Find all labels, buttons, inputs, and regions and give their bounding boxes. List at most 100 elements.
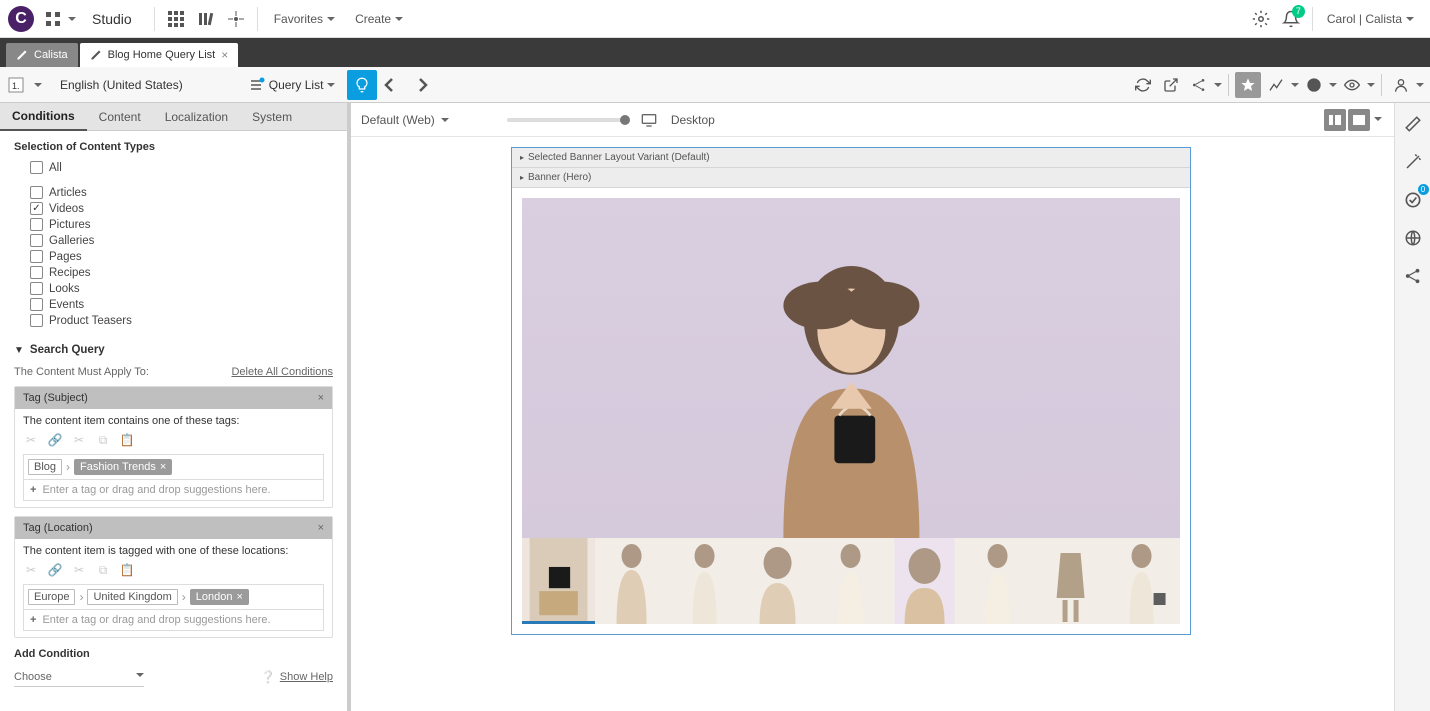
eye-caret[interactable] (1367, 83, 1375, 91)
query-list-dropdown[interactable]: Query List (243, 77, 342, 93)
tag-location-field[interactable]: Europe › United Kingdom › London× (23, 584, 324, 610)
target-icon[interactable] (221, 4, 251, 34)
checkbox-galleries[interactable] (30, 234, 43, 247)
analytics-icon[interactable] (1263, 72, 1289, 98)
checkbox-pages[interactable] (30, 250, 43, 263)
thumbnail-5[interactable] (814, 538, 887, 624)
checkbox-videos[interactable] (30, 202, 43, 215)
device-preset-select[interactable]: Default (Web) (361, 113, 449, 127)
link-icon[interactable]: 🔗 (47, 563, 63, 578)
search-query-header[interactable]: ▼ Search Query (14, 340, 333, 360)
cut-icon[interactable]: ✂ (23, 433, 39, 448)
checkbox-product-teasers[interactable] (30, 314, 43, 327)
tab-conditions[interactable]: Conditions (0, 103, 87, 131)
checkbox-pictures[interactable] (30, 218, 43, 231)
persona-caret[interactable] (1416, 83, 1424, 91)
thumbnail-1[interactable] (522, 538, 595, 624)
share-nodes-icon[interactable] (1186, 72, 1212, 98)
layout-caret[interactable] (1374, 117, 1382, 133)
link-icon[interactable]: 🔗 (47, 433, 63, 448)
plus-icon: + (30, 614, 36, 626)
tag-location-input[interactable]: + Enter a tag or drag and drop suggestio… (23, 610, 324, 631)
apps-caret-icon[interactable] (68, 17, 76, 25)
scissors-icon[interactable]: ✂ (71, 563, 87, 578)
apps-grid-icon[interactable] (38, 4, 68, 34)
user-menu[interactable]: Carol | Calista (1319, 12, 1422, 26)
rail-wand-icon[interactable] (1400, 149, 1426, 175)
checkbox-all[interactable] (30, 161, 43, 174)
checkbox-recipes[interactable] (30, 266, 43, 279)
tag-path-blog[interactable]: Blog (28, 459, 62, 475)
time-caret[interactable] (1329, 83, 1337, 91)
zoom-slider[interactable] (507, 118, 627, 122)
copy-icon[interactable]: ⧉ (95, 433, 111, 448)
thumbnail-6[interactable] (888, 538, 961, 624)
remove-tag-icon[interactable]: × (236, 591, 242, 603)
favorites-menu[interactable]: Favorites (264, 12, 345, 26)
tab-close-icon[interactable]: × (221, 48, 228, 62)
bookmark-star-icon[interactable] (1235, 72, 1261, 98)
notifications-bell-icon[interactable]: 7 (1276, 4, 1306, 34)
panel-tabs: Conditions Content Localization System (0, 103, 347, 131)
rail-edit-icon[interactable] (1400, 111, 1426, 137)
add-condition-select[interactable]: Choose (14, 668, 144, 687)
visibility-eye-icon[interactable] (1339, 72, 1365, 98)
rail-workflow-icon[interactable]: 0 (1400, 187, 1426, 213)
tag-path-uk[interactable]: United Kingdom (87, 589, 177, 605)
checkbox-events[interactable] (30, 298, 43, 311)
open-external-icon[interactable] (1158, 72, 1184, 98)
remove-tag-icon[interactable]: × (160, 461, 166, 473)
scissors-icon[interactable]: ✂ (71, 433, 87, 448)
close-icon[interactable]: × (318, 522, 324, 534)
layout-mode-1-icon[interactable] (1324, 109, 1346, 131)
locale-label[interactable]: English (United States) (50, 78, 193, 92)
tag-subject-field[interactable]: Blog › Fashion Trends× (23, 454, 324, 480)
thumbnail-3[interactable] (668, 538, 741, 624)
persona-icon[interactable] (1388, 72, 1414, 98)
share-caret[interactable] (1214, 83, 1222, 91)
tag-path-europe[interactable]: Europe (28, 589, 75, 605)
cut-icon[interactable]: ✂ (23, 563, 39, 578)
preview-canvas[interactable]: ▸Selected Banner Layout Variant (Default… (511, 147, 1191, 635)
thumbnail-8[interactable] (1034, 538, 1107, 624)
paste-icon[interactable]: 📋 (119, 563, 135, 578)
settings-gear-icon[interactable] (1246, 4, 1276, 34)
panel-collapse-left-icon[interactable] (377, 70, 401, 100)
close-icon[interactable]: × (318, 392, 324, 404)
component-bar-layout[interactable]: ▸Selected Banner Layout Variant (Default… (512, 148, 1190, 168)
analytics-caret[interactable] (1291, 83, 1299, 91)
copy-icon[interactable]: ⧉ (95, 563, 111, 578)
refresh-icon[interactable] (1130, 72, 1156, 98)
tab-document[interactable]: Blog Home Query List × (80, 43, 239, 67)
tab-content[interactable]: Content (87, 103, 153, 131)
help-icon[interactable]: ❔ (261, 670, 276, 684)
thumbnail-2[interactable] (595, 538, 668, 624)
library-icon[interactable] (191, 4, 221, 34)
panel-expand-right-icon[interactable] (411, 70, 435, 100)
time-icon[interactable] (1301, 72, 1327, 98)
doc-type-icon[interactable]: 1. (6, 75, 26, 95)
delete-all-conditions-link[interactable]: Delete All Conditions (231, 366, 333, 378)
component-bar-banner[interactable]: ▸Banner (Hero) (512, 168, 1190, 188)
checkbox-looks[interactable] (30, 282, 43, 295)
tag-fashion-trends[interactable]: Fashion Trends× (74, 459, 172, 475)
thumbnail-9[interactable] (1107, 538, 1180, 624)
checkbox-articles[interactable] (30, 186, 43, 199)
thumbnail-4[interactable] (741, 538, 814, 624)
tab-site[interactable]: Calista (6, 43, 78, 67)
app-logo[interactable]: C (8, 6, 34, 32)
grid-view-icon[interactable] (161, 4, 191, 34)
tab-localization[interactable]: Localization (153, 103, 240, 131)
show-help-link[interactable]: Show Help (280, 671, 333, 683)
tag-subject-input[interactable]: + Enter a tag or drag and drop suggestio… (23, 480, 324, 501)
doc-type-caret[interactable] (34, 83, 42, 91)
hint-bulb-icon[interactable] (347, 70, 377, 100)
layout-mode-2-icon[interactable] (1348, 109, 1370, 131)
tag-london[interactable]: London× (190, 589, 249, 605)
rail-globe-icon[interactable] (1400, 225, 1426, 251)
paste-icon[interactable]: 📋 (119, 433, 135, 448)
rail-share-icon[interactable] (1400, 263, 1426, 289)
create-menu[interactable]: Create (345, 12, 413, 26)
thumbnail-7[interactable] (961, 538, 1034, 624)
tab-system[interactable]: System (240, 103, 304, 131)
